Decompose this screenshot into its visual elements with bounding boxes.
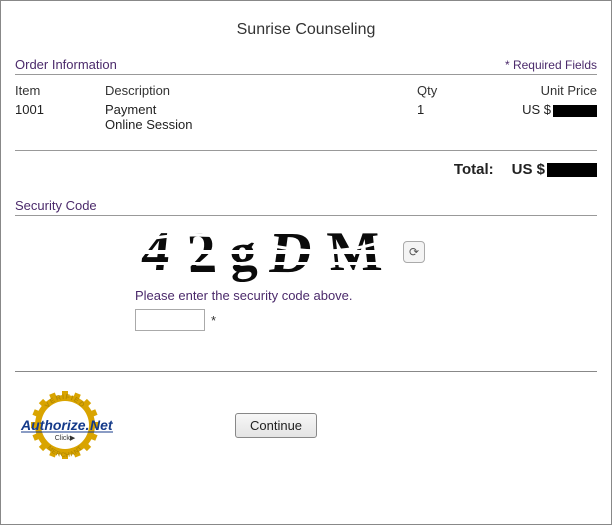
divider (15, 150, 597, 151)
continue-button[interactable]: Continue (235, 413, 317, 438)
total-row: Total: US $ (15, 161, 597, 178)
table-row: 1001 Payment Online Session 1 US $ (15, 102, 597, 132)
col-header-item: Item (15, 83, 105, 98)
redacted-price (553, 105, 597, 117)
cell-item: 1001 (15, 102, 105, 132)
captcha-input[interactable] (135, 309, 205, 331)
captcha-input-row: * (135, 309, 597, 331)
required-fields-label: * Required Fields (505, 58, 597, 72)
seal-brand-suffix: Net (90, 417, 114, 433)
authorize-net-seal[interactable]: VERIFIED MERCHANT Authorize. Net Click▶ (15, 390, 115, 460)
total-prefix: US $ (512, 161, 545, 178)
captcha-row: 4 2 g D M ⟳ (135, 222, 597, 282)
col-header-unit-price: Unit Price (477, 83, 597, 98)
refresh-icon: ⟳ (409, 245, 419, 259)
payment-page: Sunrise Counseling Order Information * R… (0, 0, 612, 525)
seal-click-text: Click▶ (55, 435, 76, 442)
captcha-instruction: Please enter the security code above. (135, 288, 597, 303)
seal-brand-main: Authorize. (20, 417, 89, 433)
cell-unit-price: US $ (477, 102, 597, 132)
order-info-header: Order Information * Required Fields (15, 57, 597, 75)
order-table-header: Item Description Qty Unit Price (15, 83, 597, 98)
captcha-image: 4 2 g D M (135, 222, 395, 282)
cell-qty: 1 (417, 102, 477, 132)
col-header-qty: Qty (417, 83, 477, 98)
required-marker: * (211, 313, 216, 328)
total-value: US $ (512, 161, 597, 178)
redacted-total (547, 163, 597, 177)
captcha-area: 4 2 g D M ⟳ Please enter the security co… (15, 222, 597, 331)
divider (15, 371, 597, 372)
cell-price-prefix: US $ (522, 102, 551, 117)
captcha-refresh-button[interactable]: ⟳ (403, 241, 425, 263)
cell-description-sub: Online Session (105, 117, 417, 132)
security-code-header: Security Code (15, 198, 597, 216)
order-table: Item Description Qty Unit Price 1001 Pay… (15, 83, 597, 132)
cell-description-main: Payment (105, 102, 417, 117)
col-header-description: Description (105, 83, 417, 98)
order-info-label: Order Information (15, 57, 117, 72)
cell-description: Payment Online Session (105, 102, 417, 132)
footer: VERIFIED MERCHANT Authorize. Net Click▶ … (15, 384, 597, 460)
total-label: Total: (454, 161, 494, 178)
merchant-title: Sunrise Counseling (15, 21, 597, 39)
